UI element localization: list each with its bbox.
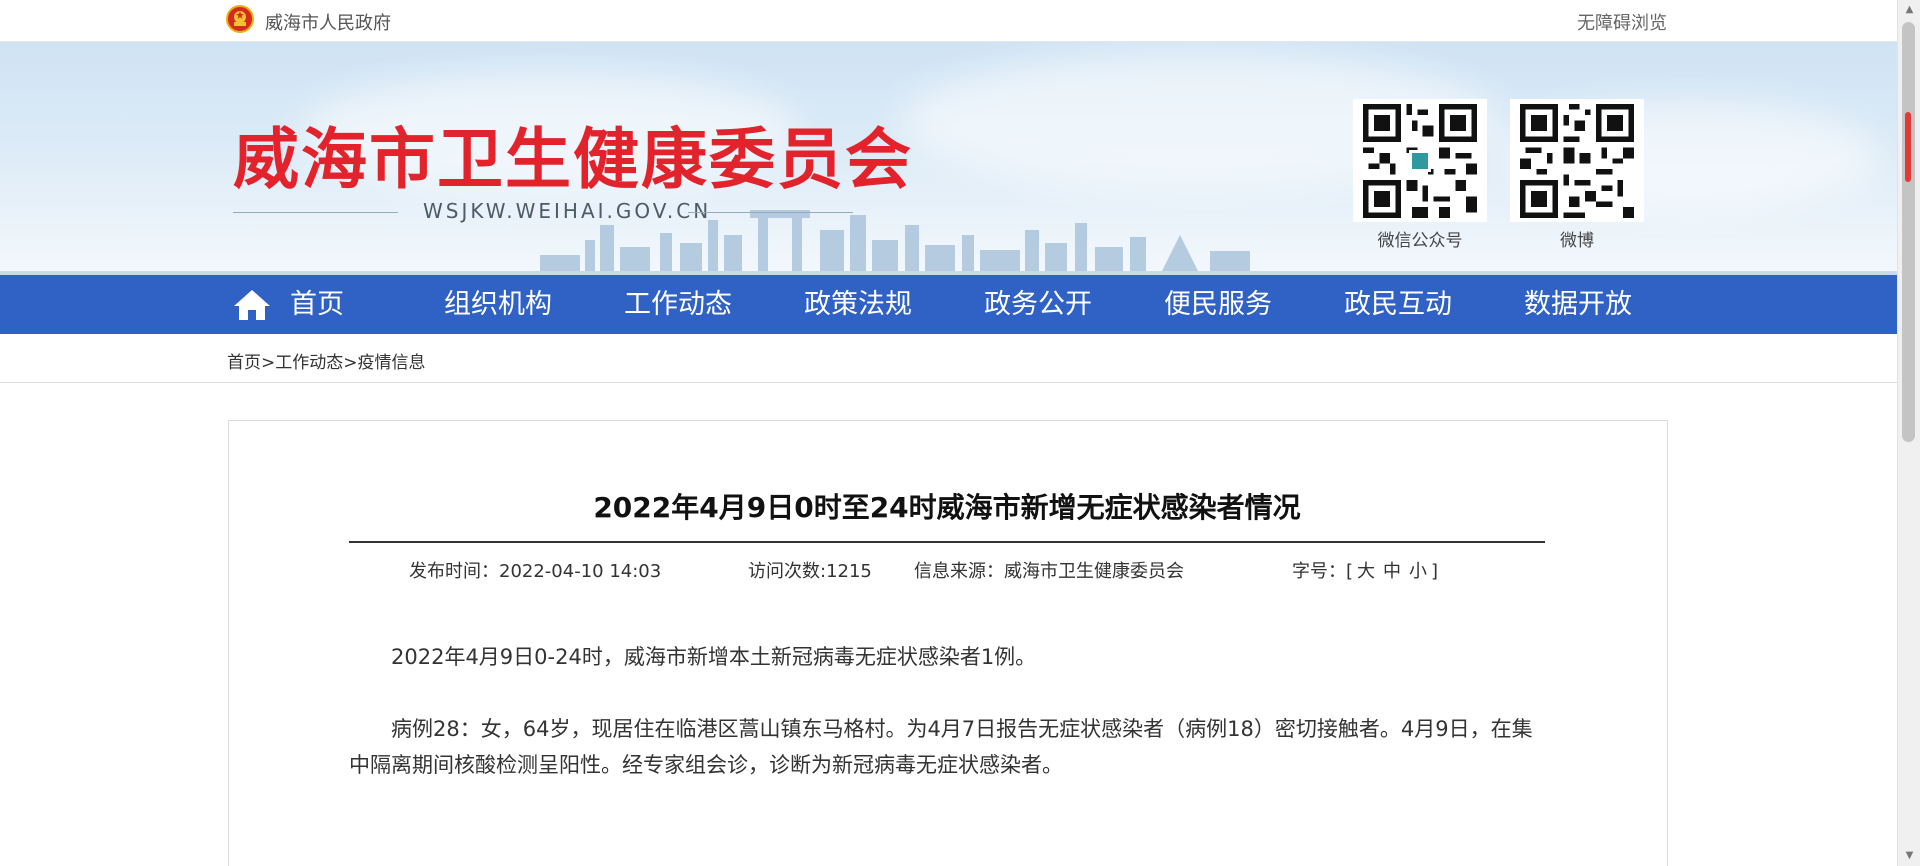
font-size-control: 字号：[大中小] bbox=[1292, 557, 1438, 583]
scroll-up-arrow-icon[interactable]: ▲ bbox=[1898, 0, 1920, 20]
bracket-close: ] bbox=[1431, 561, 1439, 582]
font-size-small-button[interactable]: 小 bbox=[1405, 561, 1431, 582]
nav-item-policies[interactable]: 政策法规 bbox=[804, 275, 912, 334]
breadcrumb-separator: > bbox=[261, 353, 276, 373]
bracket-open: [ bbox=[1346, 561, 1354, 582]
font-size-medium-button[interactable]: 中 bbox=[1379, 561, 1405, 582]
qr-caption: 微信公众号 bbox=[1377, 231, 1463, 251]
home-icon[interactable] bbox=[232, 288, 272, 322]
accessibility-link[interactable]: 无障碍浏览 bbox=[1577, 9, 1667, 35]
page: 威海市人民政府 无障碍浏览 威海市卫生健康委员会 WSJKW.WEIHAI.GO… bbox=[0, 0, 1897, 866]
wechat-qr-code-icon bbox=[1353, 99, 1487, 222]
divider bbox=[349, 541, 1545, 543]
article-title: 2022年4月9日0时至24时威海市新增无症状感染者情况 bbox=[593, 491, 1301, 524]
breadcrumb: 首页>工作动态>疫情信息 bbox=[227, 348, 426, 373]
article-paragraph: 病例28：女，64岁，现居住在临港区蒿山镇东马格村。为4月7日报告无症状感染者（… bbox=[349, 717, 1533, 777]
breadcrumb-home[interactable]: 首页 bbox=[227, 353, 261, 373]
visit-count: 访问次数:1215 bbox=[748, 557, 872, 583]
scroll-down-arrow-icon[interactable]: ▼ bbox=[1898, 846, 1920, 866]
info-source-value: 威海市卫生健康委员会 bbox=[1004, 561, 1184, 582]
nav-item-organization[interactable]: 组织机构 bbox=[444, 275, 552, 334]
info-source: 信息来源：威海市卫生健康委员会 bbox=[914, 557, 1184, 583]
font-size-label: 字号： bbox=[1292, 561, 1346, 582]
nav-item-work-news[interactable]: 工作动态 bbox=[624, 275, 732, 334]
publish-time: 发布时间：2022-04-10 14:03 bbox=[409, 557, 661, 583]
scroll-position-marker bbox=[1905, 112, 1911, 182]
nav-item-gov-affairs[interactable]: 政务公开 bbox=[984, 275, 1092, 334]
visit-count-label: 访问次数: bbox=[748, 561, 827, 582]
main-nav: 首页 组织机构 工作动态 政策法规 政务公开 便民服务 政民互动 数据开放 bbox=[0, 275, 1897, 334]
nav-item-services[interactable]: 便民服务 bbox=[1164, 275, 1272, 334]
breadcrumb-work-news[interactable]: 工作动态 bbox=[275, 353, 343, 373]
weibo-qr[interactable]: 微博 bbox=[1510, 99, 1644, 251]
header-banner: 威海市卫生健康委员会 WSJKW.WEIHAI.GOV.CN 微信公众号 微博 bbox=[0, 42, 1897, 275]
breadcrumb-separator: > bbox=[343, 353, 358, 373]
page-scrollbar[interactable]: ▲ ▼ bbox=[1897, 0, 1920, 866]
divider bbox=[688, 212, 853, 213]
visit-count-value: 1215 bbox=[826, 561, 872, 582]
breadcrumb-epidemic-info[interactable]: 疫情信息 bbox=[358, 353, 426, 373]
national-emblem-icon bbox=[226, 5, 254, 33]
article-panel: 2022年4月9日0时至24时威海市新增无症状感染者情况 发布时间：2022-0… bbox=[228, 420, 1668, 866]
site-domain-text: WSJKW.WEIHAI.GOV.CN bbox=[423, 199, 712, 223]
divider bbox=[0, 382, 1897, 383]
weibo-qr-code-icon bbox=[1510, 99, 1644, 222]
font-size-large-button[interactable]: 大 bbox=[1353, 561, 1379, 582]
scroll-thumb[interactable] bbox=[1902, 22, 1915, 442]
divider bbox=[233, 212, 398, 213]
gov-home-link[interactable]: 威海市人民政府 bbox=[265, 9, 391, 35]
qr-caption: 微博 bbox=[1560, 231, 1594, 251]
info-source-label: 信息来源： bbox=[914, 561, 1004, 582]
publish-time-value: 2022-04-10 14:03 bbox=[499, 561, 662, 582]
nav-item-interaction[interactable]: 政民互动 bbox=[1344, 275, 1452, 334]
site-title: 威海市卫生健康委员会 bbox=[233, 120, 913, 198]
wechat-qr[interactable]: 微信公众号 bbox=[1353, 99, 1487, 251]
nav-item-home[interactable]: 首页 bbox=[290, 275, 344, 334]
site-domain: WSJKW.WEIHAI.GOV.CN bbox=[233, 197, 853, 227]
article-paragraph: 2022年4月9日0-24时，威海市新增本土新冠病毒无症状感染者1例。 bbox=[391, 645, 1037, 669]
publish-time-label: 发布时间： bbox=[409, 561, 499, 582]
nav-item-open-data[interactable]: 数据开放 bbox=[1524, 275, 1632, 334]
top-bar: 威海市人民政府 无障碍浏览 bbox=[0, 0, 1897, 42]
